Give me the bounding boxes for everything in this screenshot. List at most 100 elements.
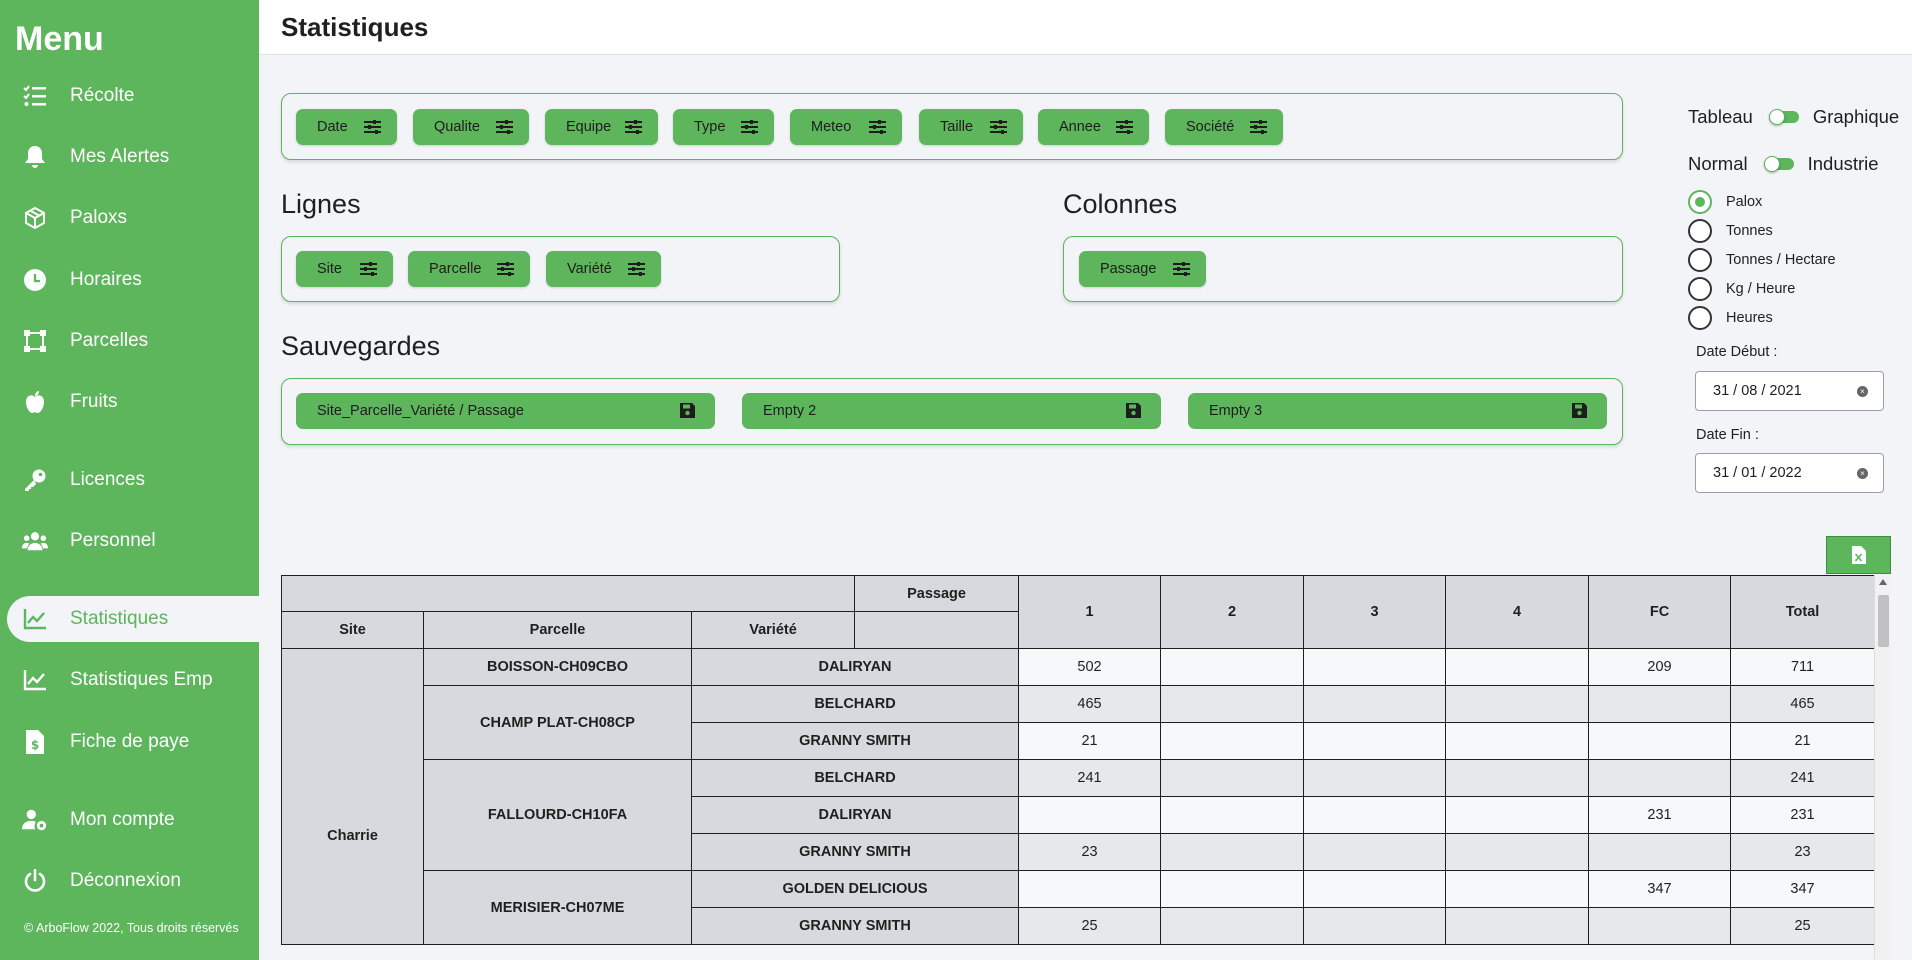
save-icon[interactable] — [1126, 403, 1141, 422]
export-excel-button[interactable] — [1826, 536, 1891, 574]
chip-label: Taille — [940, 119, 974, 135]
value-cell: 465 — [1018, 685, 1162, 723]
chip-site[interactable]: Site — [296, 251, 393, 287]
value-cell — [1588, 833, 1732, 871]
sidebar-item-licences[interactable]: Licences — [7, 457, 259, 503]
value-cell — [1588, 685, 1732, 723]
chip-label: Parcelle — [429, 261, 482, 277]
date-fin-input[interactable]: 31 / 01 / 2022 × — [1695, 453, 1884, 493]
radio-tonnes-hectare[interactable]: Tonnes / Hectare — [1688, 248, 1836, 272]
mode-toggle-switch[interactable] — [1763, 156, 1794, 172]
value-cell — [1588, 907, 1732, 945]
table-corner-header — [281, 575, 856, 612]
chip-label: Equipe — [566, 119, 612, 135]
sidebar-item-paloxs[interactable]: Paloxs — [7, 195, 259, 241]
sidebar-item-deconnexion[interactable]: Déconnexion — [7, 858, 259, 904]
parcelle-cell: MERISIER-CH07ME — [423, 870, 692, 945]
value-cell — [1160, 833, 1305, 871]
date-fin-value: 31 / 01 / 2022 — [1713, 465, 1802, 481]
value-cell: 25 — [1018, 907, 1162, 945]
user-gear-icon — [22, 807, 48, 833]
key-icon — [22, 467, 48, 493]
sidebar-item-mes-alertes[interactable]: Mes Alertes — [7, 134, 259, 180]
value-cell: 21 — [1018, 722, 1162, 760]
radio-button[interactable] — [1688, 277, 1712, 301]
save-icon[interactable] — [1572, 403, 1587, 422]
mode-toggle-row: Normal Industrie — [1688, 153, 1879, 175]
radio-button[interactable] — [1688, 248, 1712, 272]
view-toggle-switch[interactable] — [1768, 109, 1799, 125]
value-cell — [1303, 759, 1447, 797]
chip-variete[interactable]: Variété — [546, 251, 661, 287]
sidebar-item-fiche-de-paye[interactable]: $ Fiche de paye — [7, 719, 259, 765]
sidebar-item-label: Mon compte — [70, 809, 175, 830]
radio-button[interactable] — [1688, 190, 1712, 214]
menu-title: Menu — [15, 20, 104, 58]
date-debut-input[interactable]: 31 / 08 / 2021 × — [1695, 371, 1884, 411]
toggle-label-graphique: Graphique — [1812, 106, 1900, 127]
clear-date-fin-icon[interactable]: × — [1857, 468, 1868, 479]
save-slot-1[interactable]: Site_Parcelle_Variété / Passage — [296, 393, 715, 429]
passage-subheader — [854, 611, 1020, 649]
sidebar-item-statistiques-emp[interactable]: Statistiques Emp — [7, 657, 259, 703]
tune-icon — [497, 262, 514, 280]
chip-parcelle[interactable]: Parcelle — [408, 251, 530, 287]
table-row: Charrie BOISSON-CH09CBO DALIRYAN 502 209 711 — [281, 648, 1874, 945]
value-cell: 465 — [1730, 685, 1874, 723]
sidebar-item-fruits[interactable]: Fruits — [7, 379, 259, 425]
parcelle-cell: BOISSON-CH09CBO — [423, 648, 692, 686]
chip-label: Meteo — [811, 119, 852, 135]
radio-palox[interactable]: Palox — [1688, 190, 1762, 214]
sidebar-item-horaires[interactable]: Horaires — [7, 257, 259, 303]
sidebar-item-parcelles[interactable]: Parcelles — [7, 318, 259, 364]
table-scrollbar[interactable] — [1874, 575, 1891, 960]
sidebar-item-label: Déconnexion — [70, 870, 181, 891]
page-title: Statistiques — [281, 12, 429, 42]
chip-qualite[interactable]: Qualite — [413, 109, 529, 145]
svg-text:$: $ — [31, 738, 39, 752]
tune-icon — [628, 262, 645, 280]
chip-meteo[interactable]: Meteo — [790, 109, 902, 145]
chip-type[interactable]: Type — [673, 109, 774, 145]
value-cell — [1160, 722, 1305, 760]
save-slot-label: Empty 2 — [763, 403, 817, 419]
value-cell — [1160, 796, 1305, 834]
tune-icon — [360, 262, 377, 280]
radio-button[interactable] — [1688, 219, 1712, 243]
tune-icon — [1116, 120, 1133, 138]
variete-cell: DALIRYAN — [690, 648, 1020, 686]
value-cell — [1303, 870, 1447, 908]
radio-kg-heure[interactable]: Kg / Heure — [1688, 277, 1795, 301]
radio-tonnes[interactable]: Tonnes — [1688, 219, 1773, 243]
passage-header: Passage — [854, 575, 1020, 612]
chip-passage[interactable]: Passage — [1079, 251, 1206, 287]
tune-icon — [1173, 262, 1190, 280]
date-debut-value: 31 / 08 / 2021 — [1713, 383, 1802, 399]
sidebar-item-recolte[interactable]: Récolte — [7, 73, 259, 119]
radio-heures[interactable]: Heures — [1688, 306, 1773, 330]
chip-equipe[interactable]: Equipe — [545, 109, 658, 145]
chip-taille[interactable]: Taille — [919, 109, 1023, 145]
value-cell — [1160, 907, 1305, 945]
column-header-fc: FC — [1588, 575, 1732, 649]
checklist-icon — [22, 83, 48, 109]
save-icon[interactable] — [680, 403, 695, 422]
stats-table: Passage 1 2 3 4 FC Total Site Parcelle Variété Ch… — [281, 575, 1874, 945]
value-cell — [1303, 648, 1447, 686]
variete-cell: GOLDEN DELICIOUS — [690, 870, 1020, 908]
clear-date-debut-icon[interactable]: × — [1857, 386, 1868, 397]
chip-date[interactable]: Date — [296, 109, 397, 145]
save-slot-2[interactable]: Empty 2 — [742, 393, 1161, 429]
sidebar-item-label: Fiche de paye — [70, 731, 190, 752]
value-cell — [1445, 870, 1590, 908]
radio-button[interactable] — [1688, 306, 1712, 330]
sidebar-item-personnel[interactable]: Personnel — [7, 518, 259, 564]
chip-annee[interactable]: Annee — [1038, 109, 1149, 145]
sidebar-item-label: Mes Alertes — [70, 146, 170, 167]
colonnes-title: Colonnes — [1063, 189, 1178, 219]
sidebar-item-statistiques[interactable]: Statistiques — [7, 596, 259, 642]
chip-societe[interactable]: Société — [1165, 109, 1283, 145]
save-slot-3[interactable]: Empty 3 — [1188, 393, 1607, 429]
sidebar-item-mon-compte[interactable]: Mon compte — [7, 797, 259, 843]
value-cell — [1160, 685, 1305, 723]
